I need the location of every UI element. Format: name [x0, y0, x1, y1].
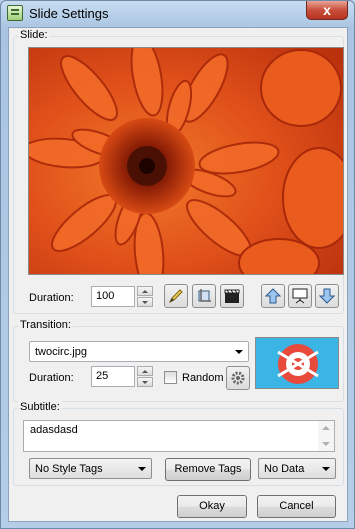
data-selected-value: No Data	[264, 463, 305, 475]
random-label[interactable]: Random	[182, 372, 224, 384]
close-x-icon: x	[323, 2, 331, 18]
scroll-up-icon[interactable]	[322, 426, 330, 430]
data-select[interactable]: No Data	[258, 458, 336, 479]
transition-duration-spinner[interactable]	[137, 366, 153, 387]
pencil-edit-icon	[168, 289, 183, 304]
slide-image	[28, 47, 344, 275]
edit-slide-button[interactable]	[164, 284, 188, 308]
random-checkbox[interactable]	[164, 371, 177, 384]
remove-tags-button[interactable]: Remove Tags	[165, 458, 251, 481]
presentation-screen-icon	[292, 288, 308, 304]
subtitle-text: adasdasd	[30, 424, 78, 436]
subtitle-group-label: Subtitle:	[18, 401, 62, 413]
slide-duration-input[interactable]: 100	[91, 286, 135, 307]
transition-duration-input[interactable]: 25	[91, 366, 135, 387]
effects-button[interactable]	[220, 284, 244, 308]
spin-down-icon[interactable]	[137, 297, 153, 307]
chevron-down-icon	[235, 350, 243, 354]
slide-duration-spinner[interactable]	[137, 286, 153, 307]
clapperboard-icon	[224, 289, 240, 303]
move-up-button[interactable]	[261, 284, 285, 308]
subtitle-scrollbar[interactable]	[318, 421, 334, 451]
transition-preview-image	[256, 338, 338, 388]
crop-image-icon	[198, 289, 211, 302]
move-down-icon	[319, 288, 335, 304]
style-tags-selected-value: No Style Tags	[35, 463, 103, 475]
transition-duration-label: Duration:	[29, 372, 74, 384]
scroll-down-icon[interactable]	[322, 442, 330, 446]
title-bar[interactable]: Slide Settings x	[1, 1, 354, 27]
cancel-button[interactable]: Cancel	[257, 495, 336, 518]
slide-settings-app-icon	[7, 5, 23, 21]
gear-icon	[231, 371, 245, 385]
transition-group-label: Transition:	[18, 319, 73, 331]
chevron-down-icon	[322, 467, 330, 471]
preview-button[interactable]	[288, 284, 312, 308]
style-tags-select[interactable]: No Style Tags	[29, 458, 152, 479]
spin-up-icon[interactable]	[137, 286, 153, 296]
slide-group-label: Slide:	[18, 29, 50, 41]
transition-select[interactable]: twocirc.jpg	[29, 341, 249, 362]
spin-up-icon[interactable]	[137, 366, 153, 376]
move-up-icon	[265, 288, 281, 304]
crop-image-button[interactable]	[192, 284, 216, 308]
close-button[interactable]: x	[306, 1, 348, 20]
okay-button[interactable]: Okay	[177, 495, 247, 518]
window-title: Slide Settings	[29, 6, 109, 21]
transition-settings-button[interactable]	[226, 366, 250, 390]
transition-selected-value: twocirc.jpg	[35, 346, 87, 358]
move-down-button[interactable]	[315, 284, 339, 308]
transition-preview	[255, 337, 339, 389]
slide-duration-label: Duration:	[29, 292, 74, 304]
spin-down-icon[interactable]	[137, 377, 153, 387]
slide-settings-window: Slide Settings x Slide: Duration: 100 Tr…	[0, 0, 355, 529]
subtitle-textarea[interactable]: adasdasd	[23, 420, 335, 452]
chevron-down-icon	[138, 467, 146, 471]
flower-image	[29, 48, 343, 274]
dialog-body: Slide: Duration: 100 Transition: twocirc…	[8, 27, 348, 522]
